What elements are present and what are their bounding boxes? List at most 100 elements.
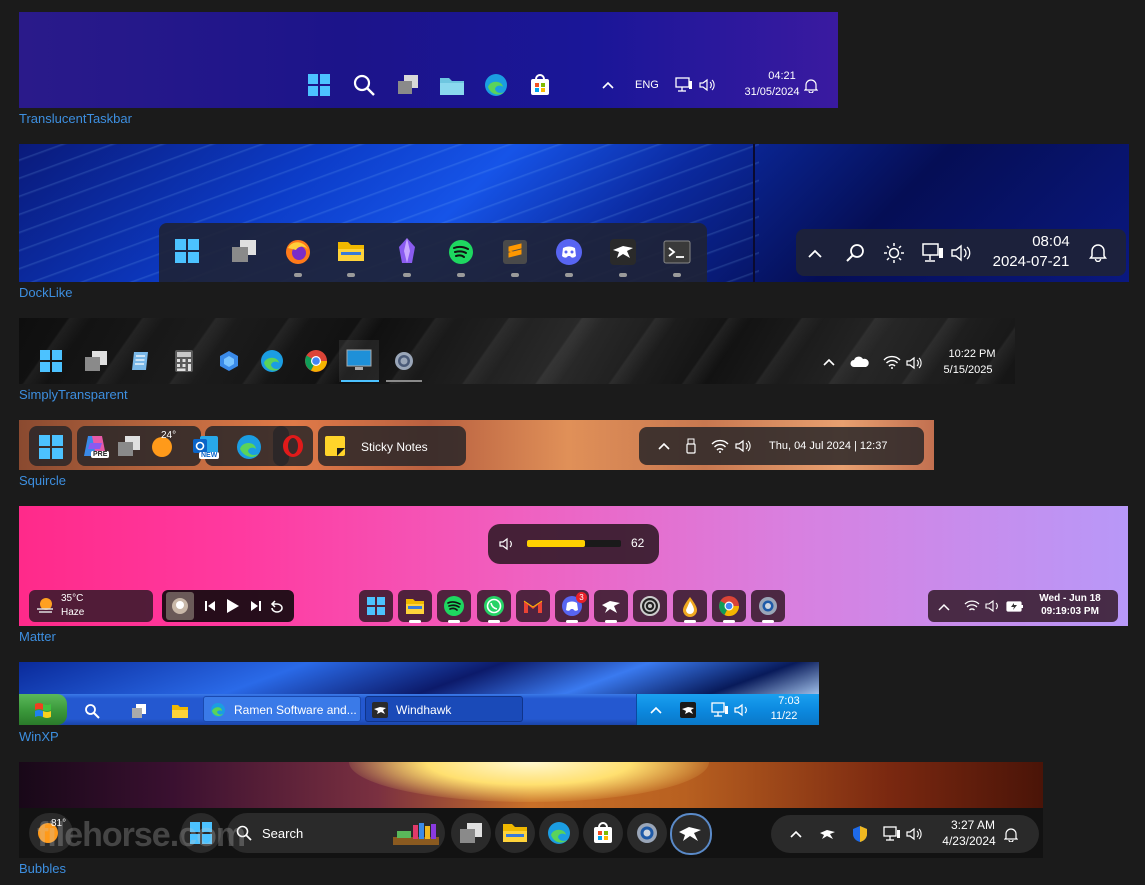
edge-button[interactable] — [235, 433, 263, 461]
volume-button[interactable] — [951, 242, 973, 264]
notepad-button[interactable] — [128, 349, 152, 373]
tray-overflow-button[interactable] — [649, 703, 663, 717]
clock-date[interactable]: 4/23/2024 — [933, 834, 1005, 848]
dock-windhawk-button[interactable] — [609, 238, 637, 266]
battery-button[interactable] — [1006, 599, 1024, 613]
store-button[interactable] — [590, 820, 616, 846]
tray-overflow-button[interactable] — [937, 600, 951, 614]
volume-button[interactable] — [735, 438, 753, 454]
volume-icon-button[interactable] — [499, 536, 515, 552]
store-button[interactable] — [527, 72, 553, 98]
inkdrop-button[interactable] — [672, 590, 707, 622]
edge-button[interactable] — [483, 72, 509, 98]
dock-explorer-button[interactable] — [337, 238, 365, 264]
play-button[interactable] — [224, 597, 242, 615]
clock-time[interactable]: 7:03 — [764, 695, 814, 707]
task-view-button[interactable] — [395, 72, 421, 98]
tray-date[interactable]: Wed - Jun 18 — [1031, 593, 1109, 604]
volume-slider[interactable] — [527, 540, 621, 547]
dock-sublime-button[interactable] — [501, 238, 529, 266]
network-button[interactable] — [711, 702, 729, 718]
clock-date[interactable]: 2024-07-21 — [971, 253, 1091, 270]
volume-button[interactable] — [699, 76, 715, 94]
search-button[interactable] — [83, 702, 101, 720]
preview-label[interactable]: TranslucentTaskbar — [19, 111, 132, 126]
tray-overflow-button[interactable] — [806, 244, 824, 262]
obs-button[interactable] — [633, 590, 668, 622]
file-explorer-button[interactable] — [439, 72, 465, 98]
start-button[interactable] — [39, 349, 63, 373]
next-track-button[interactable] — [249, 599, 263, 613]
tray-overflow-button[interactable] — [601, 78, 615, 92]
dock-terminal-button[interactable] — [663, 238, 691, 266]
notification-button[interactable] — [1003, 826, 1019, 842]
preview-label[interactable]: Bubbles — [19, 861, 66, 876]
dock-task-view-button[interactable] — [230, 238, 258, 264]
wifi-button[interactable] — [883, 354, 901, 370]
notification-button[interactable] — [803, 77, 819, 93]
sticky-notes-button[interactable] — [323, 434, 347, 458]
network-button[interactable] — [675, 76, 693, 94]
settings-button[interactable] — [751, 590, 785, 622]
edge-button[interactable] — [546, 820, 572, 846]
opera-button[interactable] — [280, 433, 306, 459]
start-button[interactable] — [359, 590, 393, 622]
repeat-button[interactable] — [269, 598, 285, 614]
notification-button[interactable] — [1088, 242, 1108, 262]
start-button[interactable] — [306, 72, 332, 98]
preview-label[interactable]: Matter — [19, 629, 56, 644]
file-explorer-button[interactable] — [501, 821, 529, 845]
windhawk-tray-button[interactable] — [679, 701, 697, 719]
widgets-button[interactable] — [217, 349, 241, 373]
task-view-button[interactable] — [116, 433, 142, 459]
settings-button[interactable] — [634, 820, 660, 846]
dock-obsidian-button[interactable] — [395, 236, 419, 266]
tray-overflow-button[interactable] — [657, 439, 671, 453]
dock-discord-button[interactable] — [555, 238, 583, 266]
display-settings-button[interactable] — [346, 348, 372, 372]
sticky-notes-label[interactable]: Sticky Notes — [361, 440, 428, 454]
windhawk-button[interactable] — [676, 820, 704, 846]
gmail-button[interactable] — [515, 590, 550, 622]
tray-search-button[interactable] — [844, 242, 866, 264]
preview-label[interactable]: SimplyTransparent — [19, 387, 128, 402]
language-indicator[interactable]: ENG — [635, 79, 659, 91]
task-view-button[interactable] — [83, 349, 109, 373]
network-button[interactable] — [883, 825, 901, 843]
wifi-button[interactable] — [964, 599, 980, 613]
search-button[interactable] — [351, 72, 377, 98]
clock-date[interactable]: 11/22 — [759, 710, 809, 722]
usb-button[interactable] — [685, 437, 697, 455]
wifi-button[interactable] — [711, 438, 729, 454]
onedrive-button[interactable] — [850, 355, 870, 369]
clock-datetime[interactable]: Thu, 04 Jul 2024 | 12:37 — [769, 440, 887, 452]
edge-button[interactable] — [260, 349, 284, 373]
preview-label[interactable]: DockLike — [19, 285, 72, 300]
security-button[interactable] — [851, 825, 869, 843]
file-explorer-button[interactable] — [398, 590, 433, 622]
previous-track-button[interactable] — [203, 599, 217, 613]
clock-time[interactable]: 10:22 PM — [937, 348, 1007, 360]
network-button[interactable] — [921, 242, 945, 264]
volume-button[interactable] — [906, 825, 922, 843]
clock-date[interactable]: 5/15/2025 — [933, 364, 1003, 376]
windhawk-tray-button[interactable] — [819, 825, 837, 843]
settings-button[interactable] — [392, 349, 416, 373]
brightness-button[interactable] — [883, 242, 905, 264]
preview-label[interactable]: Squircle — [19, 473, 66, 488]
clock-time[interactable]: 3:27 AM — [937, 818, 1009, 832]
spotify-button[interactable] — [437, 590, 472, 622]
whatsapp-button[interactable] — [476, 590, 511, 622]
calculator-button[interactable] — [173, 349, 195, 373]
dock-spotify-button[interactable] — [447, 238, 475, 266]
dock-start-button[interactable] — [174, 238, 200, 264]
chrome-button[interactable] — [304, 349, 328, 373]
task-view-button[interactable] — [129, 701, 149, 721]
task-view-button[interactable] — [457, 820, 485, 846]
dock-firefox-button[interactable] — [284, 238, 312, 266]
preview-label[interactable]: WinXP — [19, 729, 59, 744]
volume-button[interactable] — [734, 702, 750, 718]
file-explorer-button[interactable] — [170, 701, 190, 721]
chrome-button[interactable] — [711, 590, 746, 622]
volume-button[interactable] — [985, 599, 1001, 613]
